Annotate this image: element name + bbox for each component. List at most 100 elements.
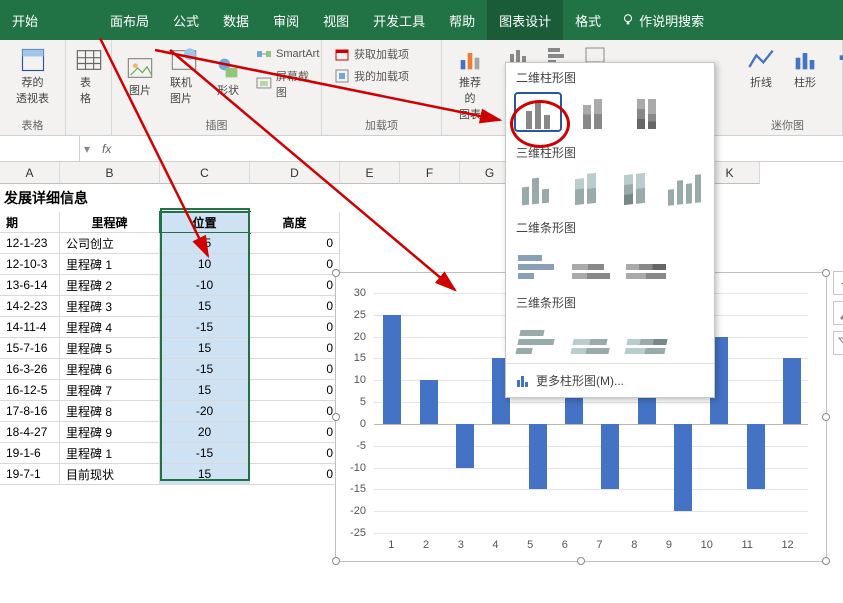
cell-position[interactable]: 15 [160,464,250,485]
chart-bar[interactable] [601,424,619,489]
sparkline-winloss-button[interactable]: 盈 [829,44,843,92]
cell-height[interactable]: 0 [250,380,340,401]
stacked-column-option[interactable] [570,94,614,130]
cell-height[interactable]: 0 [250,443,340,464]
cell-height[interactable]: 0 [250,401,340,422]
cell-milestone[interactable]: 里程碑 6 [60,359,160,380]
cell-milestone[interactable]: 里程碑 9 [60,422,160,443]
cell-milestone[interactable]: 目前现状 [60,464,160,485]
cell-milestone[interactable]: 里程碑 1 [60,443,160,464]
cell-height[interactable]: 0 [250,317,340,338]
column-header[interactable]: C [160,162,250,184]
cell-milestone[interactable]: 公司创立 [60,233,160,254]
chart-elements-button[interactable]: + [833,271,843,295]
more-column-charts[interactable]: 更多柱形图(M)... [506,363,714,397]
cell-date[interactable]: 14-11-4 [0,317,60,338]
tab-formulas[interactable]: 公式 [161,0,211,40]
tab-layout[interactable]: 面布局 [98,0,161,40]
tab-review[interactable]: 审阅 [261,0,311,40]
cell-height[interactable]: 0 [250,296,340,317]
column-header[interactable]: E [340,162,400,184]
header-position[interactable]: 位置 [160,212,250,233]
cell-date[interactable]: 16-3-26 [0,359,60,380]
cell-milestone[interactable]: 里程碑 7 [60,380,160,401]
cell-milestone[interactable]: 里程碑 2 [60,275,160,296]
cell-position[interactable]: 20 [160,422,250,443]
cell-milestone[interactable]: 里程碑 4 [60,317,160,338]
cell-height[interactable]: 0 [250,233,340,254]
tab-home[interactable]: 开始 [0,0,50,40]
tell-me-search[interactable]: 作说明搜索 [621,11,704,30]
shapes-button[interactable]: 形状 [208,44,248,108]
column-header[interactable]: F [400,162,460,184]
stacked100-3d-bar-option[interactable] [624,319,668,355]
tab-help[interactable]: 帮助 [437,0,487,40]
stacked100-bar-option[interactable] [624,244,668,280]
cell-position[interactable]: -15 [160,359,250,380]
column-header[interactable]: B [60,162,160,184]
cell-date[interactable]: 16-12-5 [0,380,60,401]
cell-height[interactable]: 0 [250,464,340,485]
tab-insert[interactable] [50,0,98,40]
clustered-bar-option[interactable] [516,244,560,280]
table-button[interactable]: 表格 [74,44,103,108]
cell-date[interactable]: 17-8-16 [0,401,60,422]
cell-height[interactable]: 0 [250,359,340,380]
cell-position[interactable]: -15 [160,443,250,464]
sparkline-column-button[interactable]: 柱形 [785,44,825,92]
chart-bar[interactable] [783,358,801,423]
cell-height[interactable]: 0 [250,338,340,359]
chart-styles-button[interactable] [833,301,843,325]
chart-bar[interactable] [529,424,547,489]
chart-bar[interactable] [456,424,474,468]
cell-date[interactable]: 13-6-14 [0,275,60,296]
cell-date[interactable]: 18-4-27 [0,422,60,443]
tab-chart-design[interactable]: 图表设计 [487,0,563,40]
clustered-3d-bar-option[interactable] [516,319,560,355]
online-picture-button[interactable]: 联机图片 [164,44,204,108]
screenshot-button[interactable]: 屏幕截图 [252,66,323,102]
tab-developer[interactable]: 开发工具 [361,0,437,40]
stacked100-3d-column-option[interactable] [615,169,655,205]
chart-bar[interactable] [420,380,438,424]
chart-bar[interactable] [747,424,765,489]
cell-position[interactable]: 15 [160,380,250,401]
cell-height[interactable]: 0 [250,275,340,296]
cell-date[interactable]: 14-2-23 [0,296,60,317]
stacked100-column-option[interactable] [624,94,668,130]
cell-date[interactable]: 15-7-16 [0,338,60,359]
my-addins-button[interactable]: 我的加载项 [330,66,433,86]
cell-height[interactable]: 0 [250,254,340,275]
clustered-3d-column-option[interactable] [516,169,556,205]
tab-data[interactable]: 数据 [211,0,261,40]
stacked-3d-column-option[interactable] [566,169,606,205]
cell-milestone[interactable]: 里程碑 1 [60,254,160,275]
3d-column-option[interactable] [665,169,705,205]
cell-date[interactable]: 19-1-6 [0,443,60,464]
header-height[interactable]: 高度 [250,212,340,233]
cell-position[interactable]: 15 [160,296,250,317]
chart-bar[interactable] [674,424,692,511]
name-box[interactable] [0,136,80,161]
cell-position[interactable]: -15 [160,317,250,338]
stacked-3d-bar-option[interactable] [570,319,614,355]
column-header[interactable]: A [0,162,60,184]
clustered-column-option[interactable] [516,94,560,130]
header-date[interactable]: 期 [0,212,60,233]
fx-icon[interactable]: fx [94,142,119,156]
cell-height[interactable]: 0 [250,422,340,443]
recommended-charts-button[interactable]: 推荐的 图表 [450,44,490,124]
header-milestone[interactable]: 里程碑 [60,212,160,233]
cell-milestone[interactable]: 里程碑 8 [60,401,160,422]
cell-date[interactable]: 12-1-23 [0,233,60,254]
get-addins-button[interactable]: 获取加载项 [330,44,433,64]
smartart-button[interactable]: SmartArt [252,44,323,64]
chart-filter-button[interactable] [833,331,843,355]
tab-view[interactable]: 视图 [311,0,361,40]
cell-milestone[interactable]: 里程碑 5 [60,338,160,359]
name-box-dropdown[interactable]: ▾ [80,142,94,156]
recommended-pivot-button[interactable]: 荐的 透视表 [8,44,57,108]
cell-date[interactable]: 12-10-3 [0,254,60,275]
cell-position[interactable]: 25 [160,233,250,254]
sparkline-line-button[interactable]: 折线 [741,44,781,92]
